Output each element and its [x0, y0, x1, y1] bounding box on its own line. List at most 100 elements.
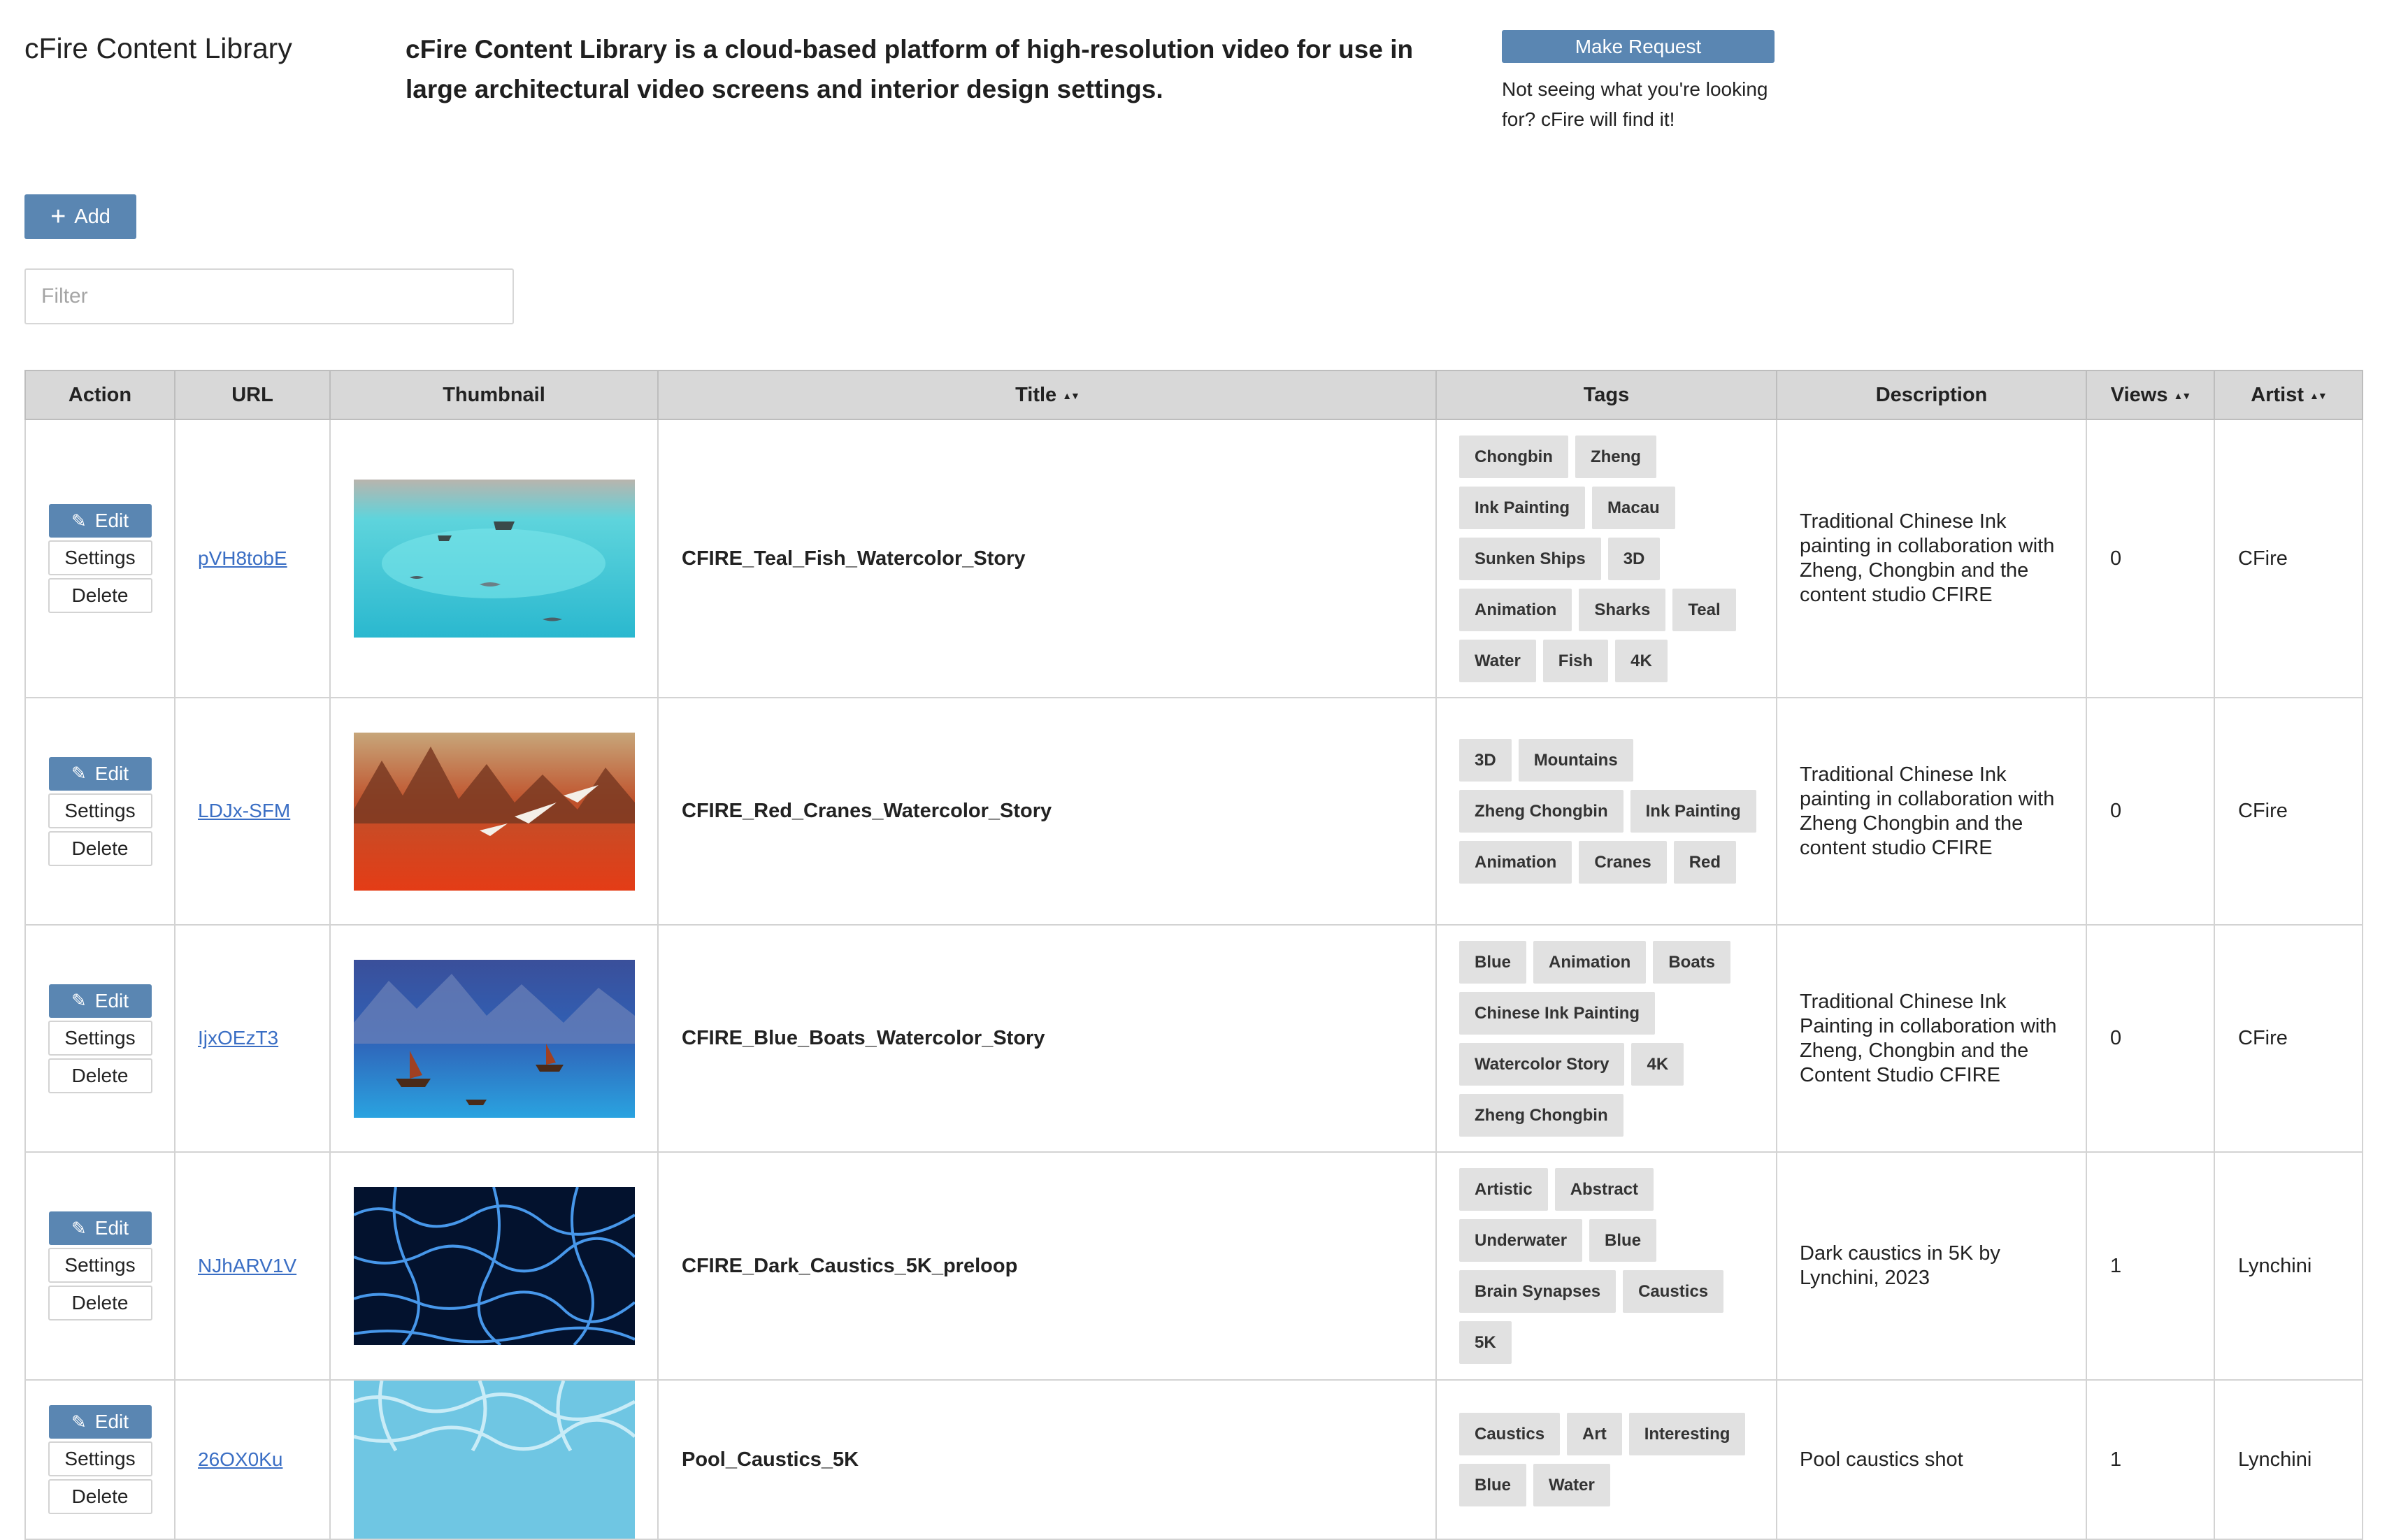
sort-icon[interactable]: ▲▼	[1062, 390, 1080, 401]
tag-chip[interactable]: Ink Painting	[1630, 790, 1756, 833]
thumbnail-cell	[329, 1151, 659, 1381]
thumbnail-image	[354, 480, 635, 638]
tag-chip[interactable]: Water	[1533, 1464, 1610, 1506]
column-header-description: Description	[1776, 370, 2087, 420]
app-title: cFire Content Library	[24, 32, 292, 64]
edit-button[interactable]: ✎ Edit	[48, 1405, 152, 1439]
url-link[interactable]: pVH8tobE	[198, 547, 287, 569]
tag-chip[interactable]: Teal	[1672, 588, 1736, 631]
artist-cell: CFire	[2214, 697, 2363, 926]
sort-icon[interactable]: ▲▼	[2173, 390, 2191, 401]
pencil-icon: ✎	[71, 990, 87, 1011]
filter-input[interactable]	[24, 268, 514, 324]
tag-chip[interactable]: Zheng Chongbin	[1459, 790, 1623, 833]
tag-chip[interactable]: Interesting	[1628, 1413, 1746, 1455]
edit-button[interactable]: ✎ Edit	[48, 1211, 152, 1245]
description-cell: Traditional Chinese Ink painting in coll…	[1776, 419, 2087, 698]
tag-chip[interactable]: 3D	[1459, 739, 1512, 782]
title-cell: CFIRE_Red_Cranes_Watercolor_Story	[657, 697, 1437, 926]
url-link[interactable]: 26OX0Ku	[198, 1448, 282, 1470]
delete-button[interactable]: Delete	[48, 1286, 152, 1320]
settings-button[interactable]: Settings	[48, 1441, 152, 1476]
tag-chip[interactable]: Fish	[1542, 639, 1609, 682]
tag-chip[interactable]: Boats	[1653, 940, 1731, 984]
action-cell: ✎ Edit Settings Delete	[24, 419, 175, 698]
description-cell: Pool caustics shot	[1776, 1379, 2087, 1540]
tag-chip[interactable]: Underwater	[1459, 1219, 1583, 1262]
thumbnail-cell	[329, 697, 659, 926]
tag-chip[interactable]: Zheng Chongbin	[1459, 1093, 1623, 1137]
tag-chip[interactable]: Mountains	[1518, 739, 1633, 782]
delete-button[interactable]: Delete	[48, 578, 152, 613]
tag-chip[interactable]: Chinese Ink Painting	[1459, 991, 1656, 1035]
tag-chip[interactable]: Zheng	[1575, 435, 1656, 478]
views-cell: 0	[2086, 924, 2215, 1153]
tag-chip[interactable]: 4K	[1631, 1042, 1684, 1086]
sort-icon[interactable]: ▲▼	[2309, 390, 2328, 401]
request-hint-text: Not seeing what you're looking for? cFir…	[1502, 78, 1768, 130]
thumbnail-image	[354, 732, 635, 891]
tag-chip[interactable]: Brain Synapses	[1459, 1270, 1617, 1313]
tag-chip[interactable]: Blue	[1589, 1219, 1657, 1262]
column-header-title[interactable]: Title ▲▼	[657, 370, 1437, 420]
tags-cell: Caustics Art Interesting Blue Water	[1435, 1379, 1777, 1540]
url-link[interactable]: LDJx-SFM	[198, 800, 290, 821]
tag-chip[interactable]: Watercolor Story	[1459, 1042, 1625, 1086]
tag-chip[interactable]: Ink Painting	[1459, 486, 1586, 529]
edit-button[interactable]: ✎ Edit	[48, 984, 152, 1018]
tag-chip[interactable]: 5K	[1459, 1321, 1512, 1364]
settings-button[interactable]: Settings	[48, 793, 152, 828]
content-table: Action URL Thumbnail Title ▲▼ Tags Descri…	[24, 370, 2363, 1540]
tag-chip[interactable]: Blue	[1459, 1464, 1527, 1506]
tag-chip[interactable]: Artistic	[1459, 1168, 1548, 1211]
tag-chip[interactable]: Water	[1459, 639, 1536, 682]
tag-chip[interactable]: Sharks	[1579, 588, 1666, 631]
tags-cell: Chongbin Zheng Ink Painting Macau Sunken Shi…	[1435, 419, 1777, 698]
tag-chip[interactable]: Animation	[1459, 841, 1572, 884]
tag-chip[interactable]: Animation	[1533, 940, 1647, 984]
tag-chip[interactable]: Macau	[1592, 486, 1675, 529]
edit-button[interactable]: ✎ Edit	[48, 756, 152, 791]
url-cell: IjxOEzT3	[174, 924, 331, 1153]
title-cell: CFIRE_Teal_Fish_Watercolor_Story	[657, 419, 1437, 698]
tag-chip[interactable]: 4K	[1615, 639, 1668, 682]
tag-chip[interactable]: Chongbin	[1459, 435, 1568, 478]
url-cell: LDJx-SFM	[174, 697, 331, 926]
make-request-button[interactable]: Make Request	[1502, 30, 1775, 63]
tag-chip[interactable]: 3D	[1607, 537, 1661, 580]
tag-chip[interactable]: Animation	[1459, 588, 1572, 631]
views-cell: 0	[2086, 419, 2215, 698]
url-cell: 26OX0Ku	[174, 1379, 331, 1540]
settings-button[interactable]: Settings	[48, 1248, 152, 1283]
settings-button[interactable]: Settings	[48, 1020, 152, 1056]
edit-button-label: Edit	[94, 510, 129, 531]
tag-chip[interactable]: Cranes	[1579, 841, 1667, 884]
delete-button[interactable]: Delete	[48, 1479, 152, 1514]
tag-chip[interactable]: Sunken Ships	[1459, 537, 1601, 580]
table-header-row: Action URL Thumbnail Title ▲▼ Tags Descri…	[24, 370, 2363, 420]
tag-chip[interactable]: Caustics	[1459, 1413, 1561, 1455]
add-button[interactable]: + Add	[24, 194, 136, 239]
delete-button[interactable]: Delete	[48, 1058, 152, 1093]
pencil-icon: ✎	[71, 763, 87, 784]
delete-button[interactable]: Delete	[48, 830, 152, 866]
tagline: cFire Content Library is a cloud-based p…	[406, 35, 1414, 103]
url-link[interactable]: NJhARV1V	[198, 1255, 296, 1276]
views-cell: 1	[2086, 1379, 2215, 1540]
tag-chip[interactable]: Caustics	[1623, 1270, 1724, 1313]
column-header-url: URL	[174, 370, 331, 420]
column-header-thumbnail: Thumbnail	[329, 370, 659, 420]
edit-button-label: Edit	[94, 1411, 129, 1432]
settings-button[interactable]: Settings	[48, 540, 152, 575]
tag-chip[interactable]: Blue	[1459, 940, 1527, 984]
tag-chip[interactable]: Abstract	[1554, 1168, 1654, 1211]
url-link[interactable]: IjxOEzT3	[198, 1027, 278, 1049]
tag-chip[interactable]: Red	[1673, 841, 1737, 884]
tag-chip[interactable]: Art	[1567, 1413, 1622, 1455]
column-header-views[interactable]: Views ▲▼	[2086, 370, 2215, 420]
edit-button[interactable]: ✎ Edit	[48, 504, 152, 538]
views-cell: 1	[2086, 1151, 2215, 1381]
tag-list: Chongbin Zheng Ink Painting Macau Sunken Shi…	[1459, 435, 1760, 682]
column-header-artist[interactable]: Artist ▲▼	[2214, 370, 2363, 420]
action-cell: ✎ Edit Settings Delete	[24, 924, 175, 1153]
